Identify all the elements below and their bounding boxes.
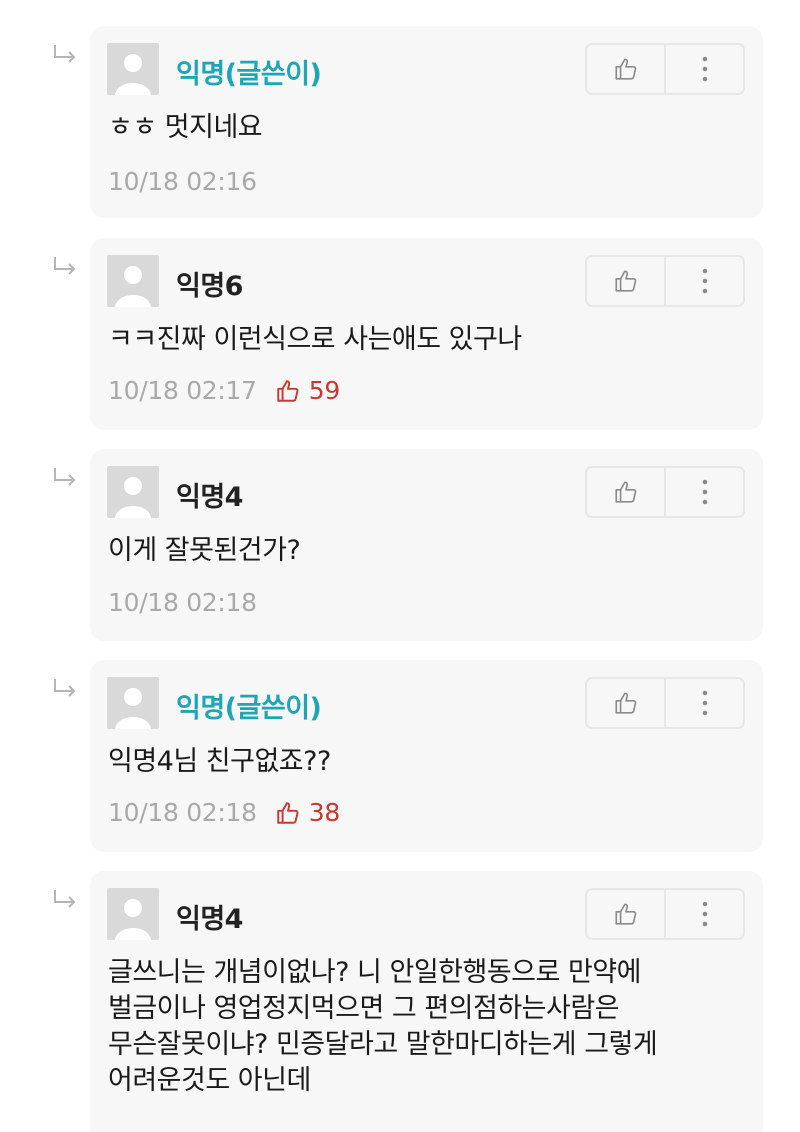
more-options-button[interactable]: [664, 45, 743, 93]
default-avatar-icon[interactable]: [107, 888, 159, 940]
like-button[interactable]: [587, 257, 664, 305]
thumbs-up-icon: [277, 801, 299, 824]
like-count-value: 38: [308, 798, 341, 827]
comment-meta: 10/18 02:17 59: [108, 376, 340, 405]
comment-card: 익명6 ㅋㅋ진짜 이런식으로 사는애도 있구나 10/18 02:17 59: [90, 238, 763, 430]
comment-text: ㅎㅎ 멋지네요: [108, 112, 263, 143]
comment-card: 익명4 이게 잘못된건가? 10/18 02:18: [90, 449, 763, 641]
comment-text: 글쓰니는 개념이없나? 니 안일한행동으로 만약에 벌금이나 영업정지먹으면 그…: [108, 957, 658, 1096]
comment-time: 10/18 02:17: [108, 376, 257, 405]
thumbs-up-icon: [614, 481, 636, 503]
comment-author[interactable]: 익명4: [176, 475, 243, 514]
default-avatar-icon[interactable]: [107, 255, 159, 307]
more-options-button[interactable]: [664, 468, 743, 516]
more-vertical-icon: [702, 901, 707, 927]
more-vertical-icon: [702, 56, 707, 82]
more-vertical-icon: [702, 690, 707, 716]
reply-arrow-icon: [54, 468, 76, 486]
more-vertical-icon: [702, 479, 707, 505]
comment-time: 10/18 02:18: [108, 798, 257, 827]
comment-text: ㅋㅋ진짜 이런식으로 사는애도 있구나: [108, 324, 522, 355]
like-count: 59: [275, 376, 340, 405]
comment-actions: [585, 677, 745, 729]
thumbs-up-icon: [614, 270, 636, 292]
like-count: 38: [275, 798, 340, 827]
comment-author[interactable]: 익명4: [176, 897, 243, 936]
thumbs-up-icon: [614, 692, 636, 714]
like-button[interactable]: [587, 468, 664, 516]
thumbs-up-icon: [614, 58, 636, 80]
reply-arrow-icon: [54, 890, 76, 908]
comment-text: 익명4님 친구없죠??: [108, 746, 331, 777]
thumbs-up-icon: [277, 379, 299, 402]
comment-author[interactable]: 익명6: [176, 264, 243, 303]
more-vertical-icon: [702, 268, 707, 294]
comment-meta: 10/18 02:18 38: [108, 798, 340, 827]
more-options-button[interactable]: [664, 257, 743, 305]
comment-actions: [585, 255, 745, 307]
more-options-button[interactable]: [664, 890, 743, 938]
comment-text: 이게 잘못된건가?: [108, 535, 301, 566]
comment-actions: [585, 43, 745, 95]
default-avatar-icon[interactable]: [107, 43, 159, 95]
comment-time: 10/18 02:16: [108, 167, 257, 196]
more-options-button[interactable]: [664, 679, 743, 727]
comment-meta: 10/18 02:16: [108, 167, 257, 196]
like-button[interactable]: [587, 890, 664, 938]
like-button[interactable]: [587, 679, 664, 727]
reply-arrow-icon: [54, 679, 76, 697]
comment-card: 익명(글쓴이) ㅎㅎ 멋지네요 10/18 02:16: [90, 26, 763, 218]
default-avatar-icon[interactable]: [107, 466, 159, 518]
comment-author[interactable]: 익명(글쓴이): [176, 52, 322, 91]
like-button[interactable]: [587, 45, 664, 93]
comment-card: 익명(글쓴이) 익명4님 친구없죠?? 10/18 02:18 38: [90, 660, 763, 852]
comment-card: 익명4 글쓰니는 개념이없나? 니 안일한행동으로 만약에 벌금이나 영업정지먹…: [90, 871, 763, 1132]
like-count-value: 59: [308, 376, 341, 405]
default-avatar-icon[interactable]: [107, 677, 159, 729]
thumbs-up-icon: [614, 903, 636, 925]
comment-actions: [585, 466, 745, 518]
comment-time: 10/18 02:18: [108, 588, 257, 617]
comment-actions: [585, 888, 745, 940]
reply-arrow-icon: [54, 257, 76, 275]
comment-author[interactable]: 익명(글쓴이): [176, 686, 322, 725]
comment-meta: 10/18 02:18: [108, 588, 257, 617]
reply-arrow-icon: [54, 45, 76, 63]
